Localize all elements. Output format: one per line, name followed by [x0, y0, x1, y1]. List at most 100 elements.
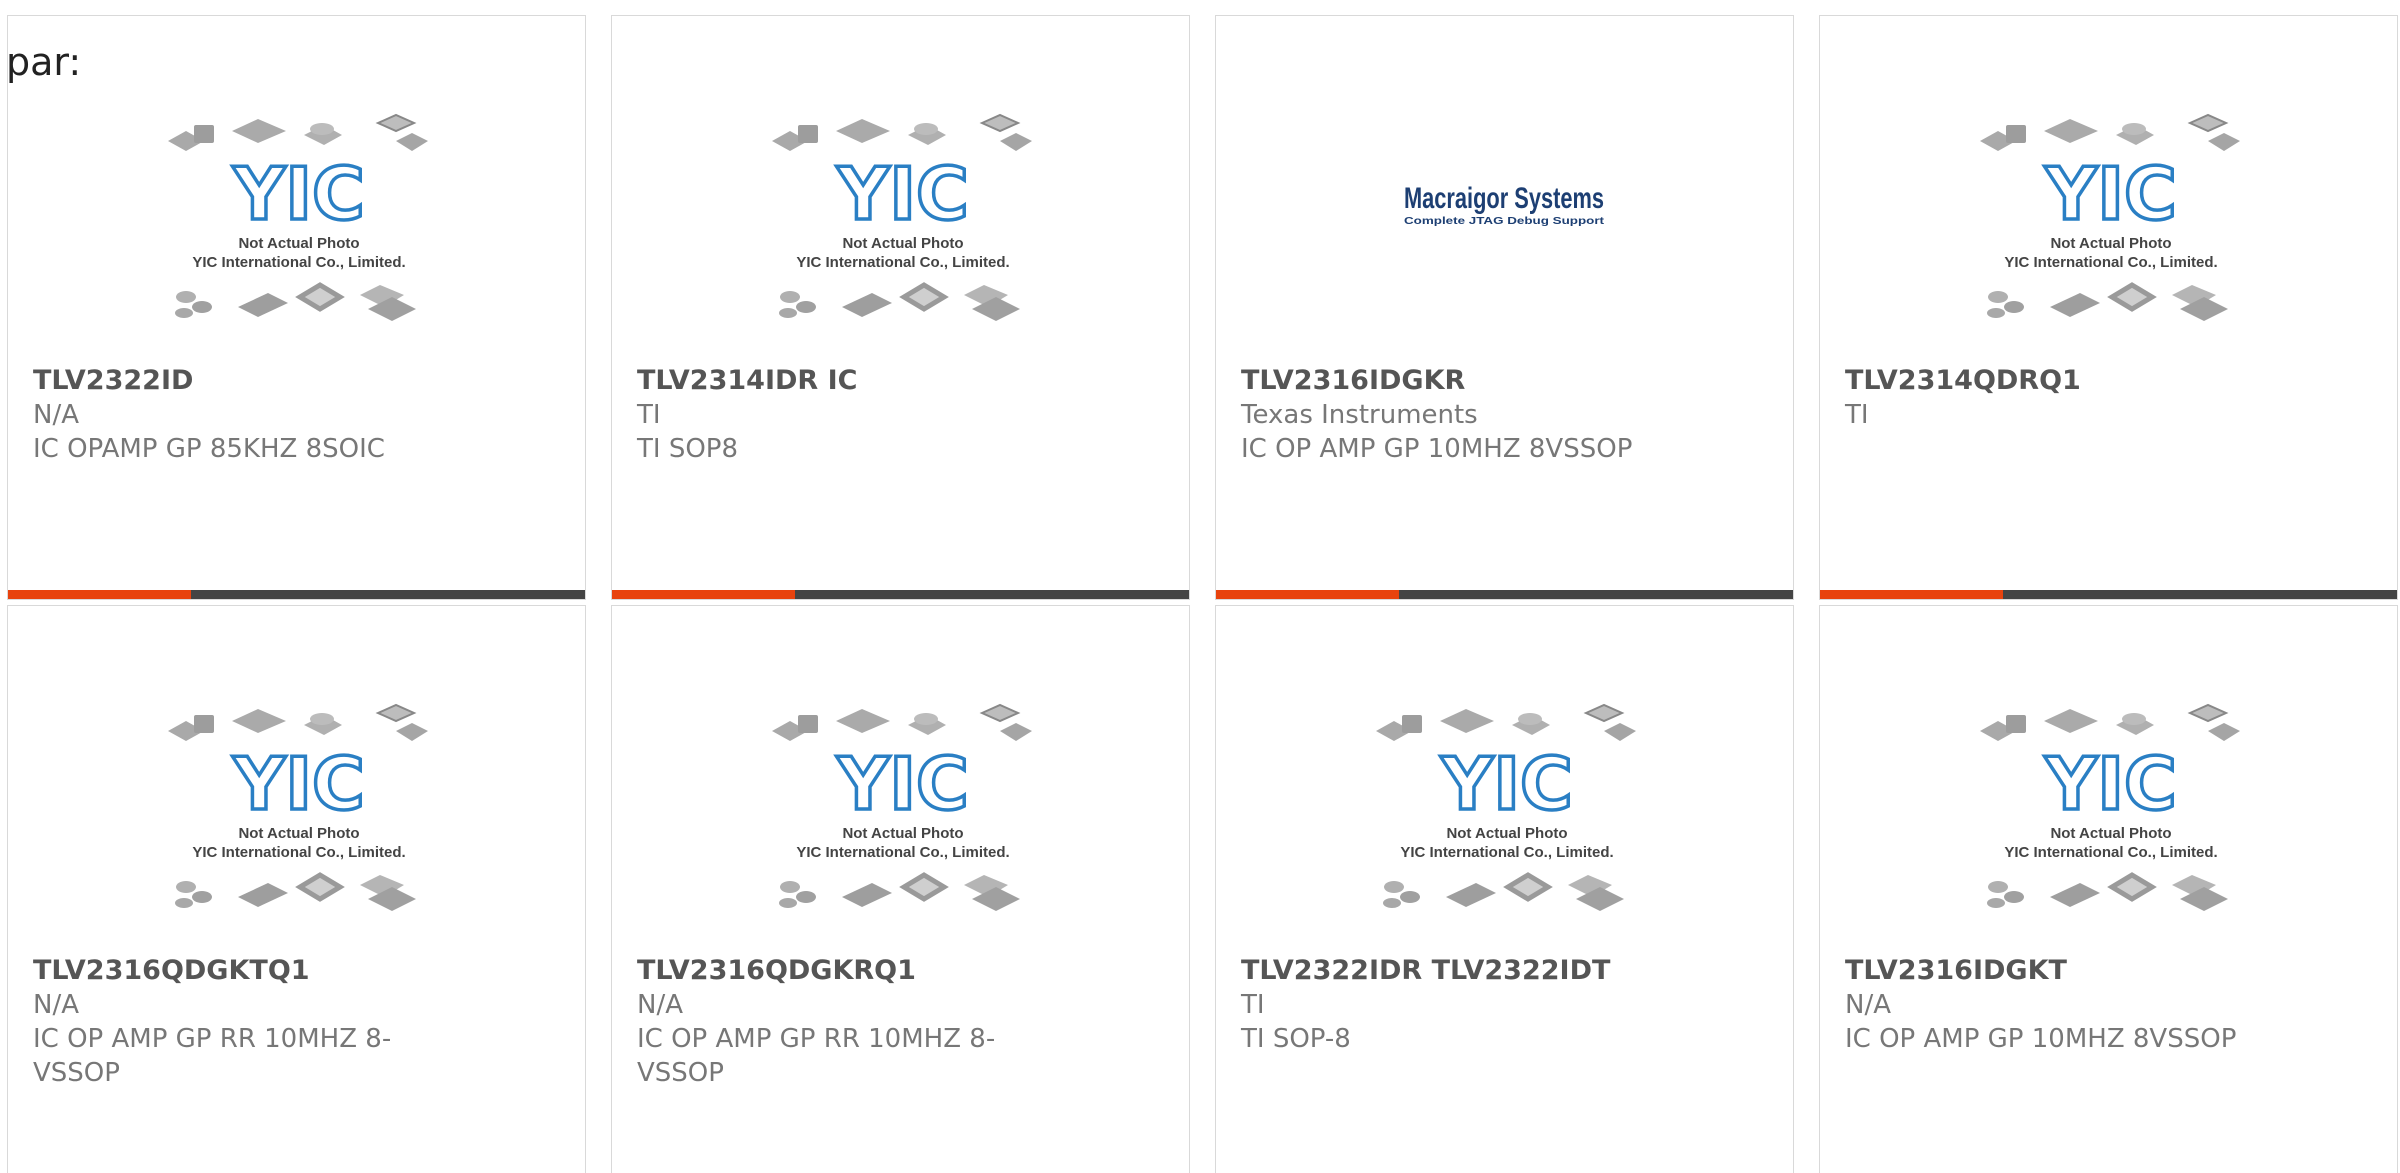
chip-shape [1000, 723, 1032, 741]
description: TI SOP8 [637, 434, 739, 464]
par-label: par: [6, 40, 82, 84]
chip-shape [979, 703, 1021, 723]
chip-shape [1402, 715, 1422, 733]
chip-shape [842, 293, 892, 317]
product-card[interactable]: YIC Not Actual Photo YIC International Co.… [1215, 605, 1794, 1173]
placeholder-caption: Not Actual Photo [238, 825, 359, 842]
chip-shape [1446, 883, 1496, 907]
macraigor-subtitle: Complete JTAG Debug Support [1404, 216, 1605, 227]
part-number[interactable]: TLV2316IDGKR [1241, 364, 1761, 398]
placeholder-caption: Not Actual Photo [2050, 825, 2171, 842]
chip-shape [2107, 282, 2157, 312]
part-number[interactable]: TLV2316IDGKT [1845, 954, 2365, 988]
placeholder-caption: YIC International Co., Limited. [796, 844, 1009, 861]
chip-shape [780, 881, 800, 893]
card-accent-bar [612, 590, 795, 599]
chip-shape [2006, 125, 2026, 143]
chip-shape [2004, 301, 2024, 313]
chip-shape [796, 891, 816, 903]
product-card[interactable]: YIC Not Actual Photo YIC International Co.… [7, 15, 586, 600]
description: IC OP AMP GP RR 10MHZ 8-VSSOP [637, 1024, 996, 1088]
macraigor-title: Macraigor Systems [1404, 182, 1604, 215]
chip-shape [842, 883, 892, 907]
chip-shape [1987, 898, 2005, 908]
chip-shape [1518, 713, 1542, 725]
chip-shape [295, 872, 345, 902]
chip-shape [2187, 703, 2229, 723]
manufacturer: TI [1845, 400, 1869, 430]
chip-shape [232, 119, 286, 143]
part-number[interactable]: TLV2322IDR TLV2322IDT [1241, 954, 1761, 988]
product-card[interactable]: YIC Not Actual Photo YIC International Co.… [1819, 15, 2398, 600]
part-number[interactable]: TLV2314QDRQ1 [1845, 364, 2365, 398]
product-card[interactable]: YIC Not Actual Photo YIC International Co.… [1819, 605, 2398, 1173]
yic-logo: YIC [2044, 152, 2177, 236]
product-card[interactable]: YIC Not Actual Photo YIC International Co.… [7, 605, 586, 1173]
manufacturer: N/A [33, 990, 79, 1020]
chip-shape [2208, 133, 2240, 151]
chip-shape [2044, 119, 2098, 143]
chip-shape [375, 703, 417, 723]
chip-shape [396, 133, 428, 151]
chip-shape [2122, 123, 2146, 135]
product-card[interactable]: Macraigor Systems Complete JTAG Debug Sup… [1215, 15, 1794, 600]
description: IC OP AMP GP 10MHZ 8VSSOP [1241, 434, 1633, 464]
chip-shape [310, 123, 334, 135]
chip-shape [295, 282, 345, 312]
card-footer-bar [612, 590, 1189, 599]
chip-shape [2187, 113, 2229, 133]
placeholder-caption: YIC International Co., Limited. [1400, 844, 1613, 861]
product-image: YIC Not Actual Photo YIC International Co.… [1820, 691, 2397, 951]
chip-shape [779, 308, 797, 318]
chip-shape [899, 872, 949, 902]
chip-shape [176, 881, 196, 893]
yic-placeholder-graphic: YICNot Actual Photo YIC International Co.… [168, 113, 428, 321]
chip-shape [175, 898, 193, 908]
placeholder-caption: Not Actual Photo [238, 235, 359, 252]
yic-logo: YIC [232, 152, 365, 236]
product-image: YIC Not Actual Photo YIC International Co.… [612, 691, 1189, 951]
manufacturer: N/A [1845, 990, 1891, 1020]
product-image: Macraigor Systems Complete JTAG Debug Sup… [1216, 101, 1793, 361]
chip-shape [2050, 883, 2100, 907]
part-number[interactable]: TLV2316QDGKTQ1 [33, 954, 553, 988]
chip-shape [914, 123, 938, 135]
part-number[interactable]: TLV2316QDGKRQ1 [637, 954, 1157, 988]
product-image: YIC Not Actual Photo YIC International Co.… [8, 101, 585, 361]
chip-shape [2004, 891, 2024, 903]
card-footer-bar [1216, 590, 1793, 599]
placeholder-caption: Not Actual Photo [842, 825, 963, 842]
chip-shape [232, 709, 286, 733]
chip-shape [779, 898, 797, 908]
chip-shape [798, 125, 818, 143]
card-footer-bar [8, 590, 585, 599]
chip-shape [194, 125, 214, 143]
chip-shape [1583, 703, 1625, 723]
product-card[interactable]: YIC Not Actual Photo YIC International Co.… [611, 605, 1190, 1173]
description: IC OPAMP GP 85KHZ 8SOIC [33, 434, 385, 464]
placeholder-caption: YIC International Co., Limited. [192, 254, 405, 271]
placeholder-caption: YIC International Co., Limited. [796, 254, 1009, 271]
chip-shape [2208, 723, 2240, 741]
chip-shape [796, 301, 816, 313]
chip-shape [2122, 713, 2146, 725]
chip-shape [396, 723, 428, 741]
card-accent-bar [1216, 590, 1399, 599]
description: TI SOP-8 [1241, 1024, 1351, 1054]
part-number[interactable]: TLV2322ID [33, 364, 553, 398]
chip-shape [1440, 709, 1494, 733]
part-number[interactable]: TLV2314IDR IC [637, 364, 1157, 398]
chip-shape [899, 282, 949, 312]
placeholder-caption: Not Actual Photo [2050, 235, 2171, 252]
product-card[interactable]: YIC Not Actual Photo YIC International Co.… [611, 15, 1190, 600]
chip-shape [238, 883, 288, 907]
chip-shape [310, 713, 334, 725]
manufacturer: N/A [637, 990, 683, 1020]
product-image: YIC Not Actual Photo YIC International Co.… [8, 691, 585, 951]
chip-shape [2044, 709, 2098, 733]
chip-shape [979, 113, 1021, 133]
chip-shape [780, 291, 800, 303]
chip-shape [1384, 881, 1404, 893]
chip-shape [375, 113, 417, 133]
chip-shape [798, 715, 818, 733]
